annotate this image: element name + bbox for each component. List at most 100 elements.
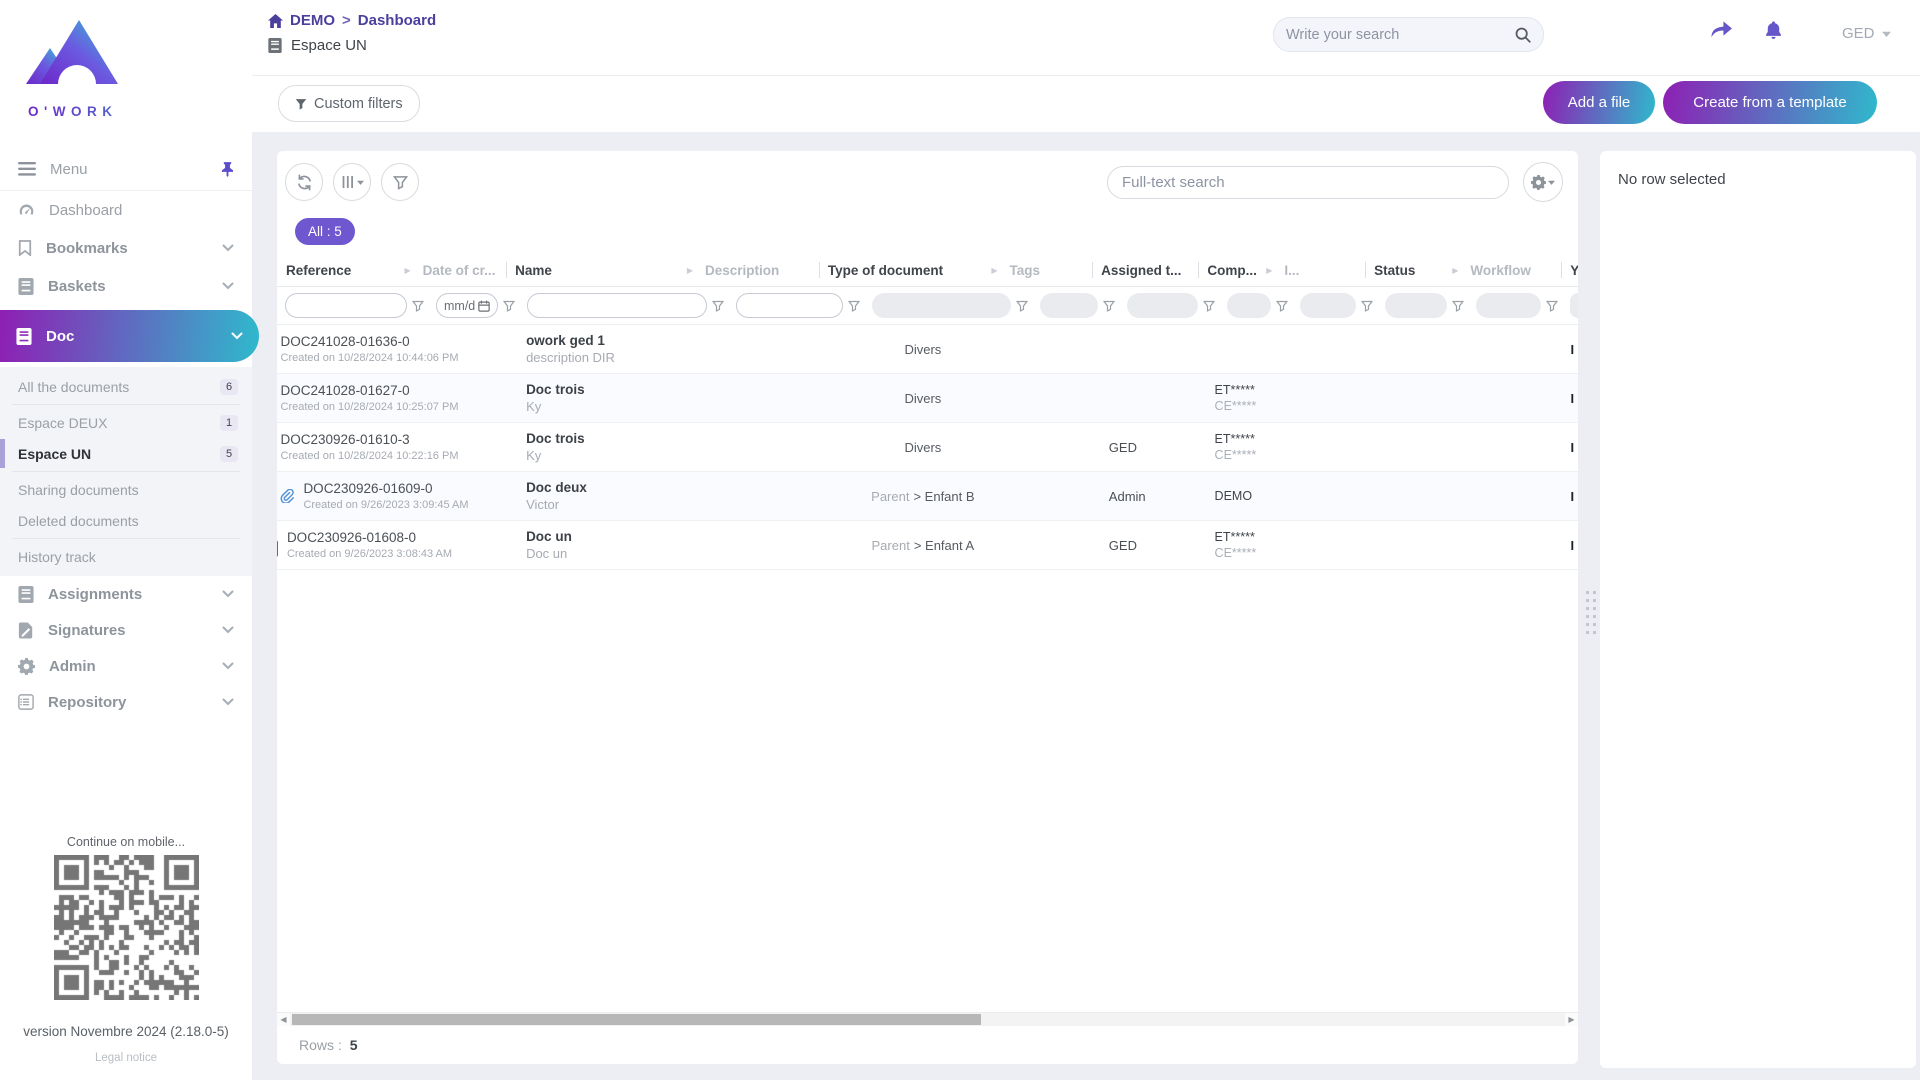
brand-wordmark: O'WORK (28, 104, 252, 119)
column-header-y[interactable]: Y (1561, 254, 1578, 286)
column-header-workflow[interactable]: Workflow (1461, 254, 1561, 286)
sidebar-item-bookmarks[interactable]: Bookmarks (0, 229, 252, 267)
chevron-down-icon[interactable] (222, 282, 234, 290)
global-search-input[interactable] (1286, 27, 1515, 43)
filter-date-input[interactable]: mm/d (436, 293, 498, 318)
fulltext-search[interactable] (1107, 166, 1509, 199)
divider (12, 471, 240, 472)
user-menu[interactable]: GED (1842, 25, 1891, 42)
share-icon[interactable] (1710, 20, 1733, 39)
scrollbar-thumb[interactable] (292, 1014, 981, 1025)
sort-arrow-icon[interactable]: ▶ (1452, 266, 1458, 275)
funnel-icon[interactable] (848, 300, 860, 312)
chevron-down-icon[interactable] (231, 332, 243, 340)
chevron-down-icon[interactable] (222, 698, 234, 706)
pin-sidebar-icon[interactable] (221, 162, 234, 177)
add-file-button[interactable]: Add a file (1543, 81, 1655, 124)
sort-arrow-icon[interactable]: ▶ (404, 266, 410, 275)
panel-resize-handle[interactable] (1586, 591, 1596, 634)
document-subtitle: Victor (526, 497, 706, 512)
sidebar-subitem-deleted-documents[interactable]: Deleted documents (0, 505, 252, 536)
chevron-down-icon[interactable] (222, 590, 234, 598)
funnel-icon[interactable] (1276, 300, 1288, 312)
sidebar-item-doc[interactable]: Doc (0, 310, 259, 362)
column-header-assigned-t[interactable]: Assigned t... (1092, 254, 1198, 286)
hamburger-icon[interactable] (18, 162, 36, 176)
fulltext-search-input[interactable] (1122, 174, 1494, 191)
cell-reference: DOC230926-01608-0Created on 9/26/2023 3:… (277, 521, 425, 569)
sort-arrow-icon[interactable]: ▶ (687, 266, 693, 275)
menu-toggle-row[interactable]: Menu (0, 148, 252, 191)
filter-input-reference[interactable] (285, 293, 407, 318)
chevron-down-icon[interactable] (222, 244, 234, 252)
chevron-down-icon[interactable] (222, 662, 234, 670)
search-icon[interactable] (1515, 27, 1531, 43)
funnel-icon[interactable] (1452, 300, 1464, 312)
sidebar-item-baskets[interactable]: Baskets (0, 267, 252, 305)
cell-type-of-document: Divers (828, 374, 1009, 422)
sidebar-subitem-espace-un[interactable]: Espace UN5 (0, 438, 252, 469)
filter-button[interactable] (381, 163, 419, 201)
sidebar-item-admin[interactable]: Admin (0, 648, 252, 684)
bell-icon[interactable] (1764, 20, 1783, 40)
columns-button[interactable] (333, 163, 371, 201)
funnel-icon[interactable] (1103, 300, 1115, 312)
column-header-tags[interactable]: Tags (1000, 254, 1092, 286)
global-search[interactable] (1273, 17, 1544, 52)
refresh-button[interactable] (285, 163, 323, 201)
cell-empty (1371, 472, 1467, 520)
column-header-i[interactable]: I... (1275, 254, 1365, 286)
scroll-right-icon[interactable]: ▶ (1565, 1013, 1578, 1026)
funnel-icon[interactable] (1203, 300, 1215, 312)
table-row[interactable]: DOC241028-01627-0Created on 10/28/2024 1… (277, 374, 1578, 423)
filter-input-disabled (1227, 293, 1271, 318)
sidebar-subitem-espace-deux[interactable]: Espace DEUX1 (0, 407, 252, 438)
sidebar-item-repository[interactable]: Repository (0, 684, 252, 720)
custom-filters-button[interactable]: Custom filters (278, 85, 420, 122)
filter-input-description[interactable] (736, 293, 843, 318)
chevron-down-icon[interactable] (222, 626, 234, 634)
table-row[interactable]: DOC230926-01608-0Created on 9/26/2023 3:… (277, 521, 1578, 570)
funnel-icon[interactable] (1361, 300, 1373, 312)
horizontal-scrollbar[interactable]: ◀ ▶ (277, 1012, 1578, 1026)
column-header-comp[interactable]: Comp...▶ (1198, 254, 1275, 286)
sort-arrow-icon[interactable]: ▶ (991, 266, 997, 275)
cell-empty (1467, 521, 1566, 569)
funnel-icon[interactable] (712, 300, 724, 312)
sidebar-item-signatures[interactable]: Signatures (0, 612, 252, 648)
filter-input-name[interactable] (527, 293, 707, 318)
column-header-reference[interactable]: Reference▶ (277, 254, 414, 286)
column-header-description[interactable]: Description (696, 254, 819, 286)
cell-type-of-document: Divers (828, 325, 1009, 373)
funnel-icon[interactable] (1016, 300, 1028, 312)
create-from-template-button[interactable]: Create from a template (1663, 81, 1877, 124)
sidebar-item-dashboard[interactable]: Dashboard (0, 191, 252, 229)
table-row[interactable]: DOC230926-01609-0Created on 9/26/2023 3:… (277, 472, 1578, 521)
funnel-icon[interactable] (412, 300, 424, 312)
legal-notice-link[interactable]: Legal notice (0, 1052, 252, 1064)
scroll-left-icon[interactable]: ◀ (277, 1013, 290, 1026)
cell-date (425, 472, 517, 520)
breadcrumb-current[interactable]: Dashboard (358, 12, 436, 29)
home-icon[interactable] (268, 14, 283, 28)
sidebar-subitem-sharing-documents[interactable]: Sharing documents (0, 474, 252, 505)
column-header-date-of-cr[interactable]: Date of cr... (414, 254, 507, 286)
table-settings-button[interactable] (1523, 162, 1563, 202)
column-header-type-of-document[interactable]: Type of document▶ (819, 254, 1001, 286)
calendar-icon[interactable] (478, 300, 490, 312)
column-header-status[interactable]: Status▶ (1365, 254, 1461, 286)
sidebar-subitem-all-the-documents[interactable]: All the documents6 (0, 371, 252, 402)
column-header-name[interactable]: Name▶ (506, 254, 696, 286)
sidebar-item-label: Admin (49, 658, 96, 675)
funnel-icon[interactable] (503, 300, 515, 312)
breadcrumb-home[interactable]: DEMO (290, 12, 335, 29)
book-icon (18, 586, 34, 603)
sidebar-item-assignments[interactable]: Assignments (0, 576, 252, 612)
table-row[interactable]: DOC230926-01610-3Created on 10/28/2024 1… (277, 423, 1578, 472)
table-row[interactable]: DOC241028-01636-0Created on 10/28/2024 1… (277, 325, 1578, 374)
sidebar-footer: Continue on mobile... version Novembre 2… (0, 835, 252, 1080)
funnel-icon[interactable] (1546, 300, 1558, 312)
sidebar-subitem-history-track[interactable]: History track (0, 541, 252, 572)
sort-arrow-icon[interactable]: ▶ (1266, 266, 1272, 275)
tab-all-documents[interactable]: All : 5 (295, 218, 355, 245)
